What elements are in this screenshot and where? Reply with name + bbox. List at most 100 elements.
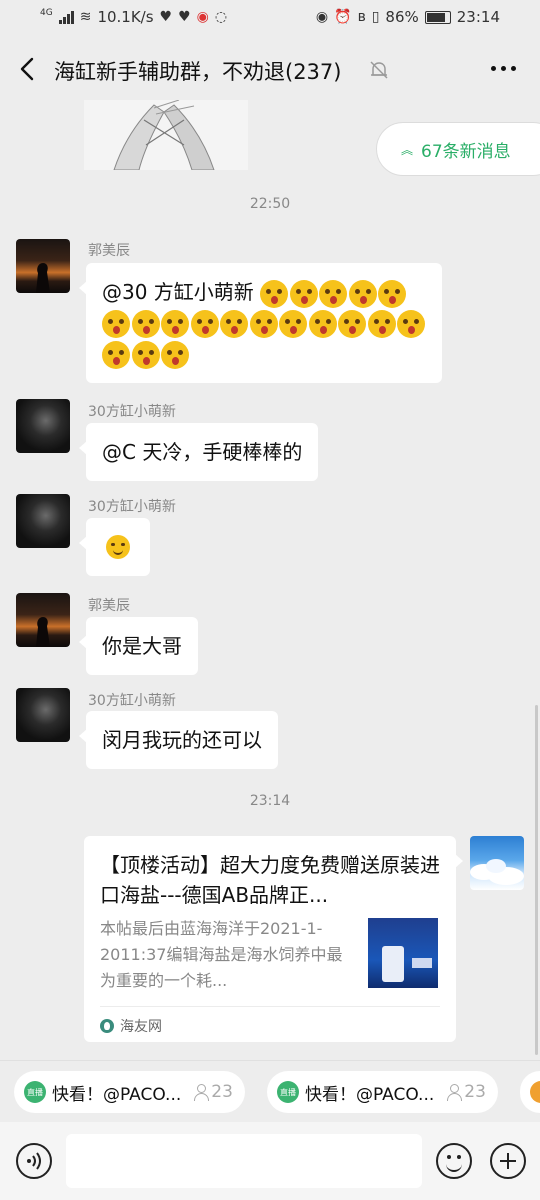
live-chip[interactable]: 直播 快看！@PACO... 23	[267, 1071, 498, 1113]
silly-face-emoji-icon	[131, 340, 160, 369]
chat-header: 海缸新手辅助群，不劝退(237)	[0, 36, 540, 102]
message-bubble[interactable]: @C 天冷，手硬棒棒的	[78, 423, 319, 481]
salt-bucket-image	[382, 946, 404, 982]
clock: 23:14	[456, 8, 500, 26]
avatar[interactable]	[16, 239, 70, 293]
cloud-sky-image	[470, 859, 524, 885]
viewer-count-value: 23	[211, 1082, 233, 1102]
viewer-count-value: 23	[464, 1082, 486, 1102]
silly-face-emoji-icon	[308, 310, 337, 338]
network-speed: 10.1K/s	[97, 8, 154, 26]
silly-face-emoji-icon	[161, 310, 189, 338]
person-icon	[446, 1083, 463, 1101]
loading-icon: ◌	[214, 9, 228, 25]
silly-face-emoji-icon	[319, 279, 348, 308]
silly-face-emoji-icon	[397, 310, 425, 338]
battery-percent: 86%	[385, 8, 419, 26]
self-avatar[interactable]	[470, 836, 524, 890]
vibrate-icon: ▯	[371, 9, 380, 25]
message-text: 闵月我玩的还可以	[102, 728, 262, 752]
live-chip-partial[interactable]	[520, 1071, 540, 1113]
silly-face-emoji-icon	[260, 279, 289, 308]
double-up-arrow-icon: ︽	[401, 142, 414, 157]
avatar[interactable]	[16, 593, 70, 647]
chip-label: 快看！@PACO...	[305, 1084, 435, 1105]
person-icon	[193, 1083, 210, 1101]
alarm-icon: ⏰	[334, 9, 352, 25]
status-bar: 4G ≋ 10.1K/s ♥ ♥ ◉ ◌ ◉ ⏰ ʙ ▯ 86% 23:14	[0, 0, 540, 36]
message-text: @30 方缸小萌新	[102, 280, 254, 304]
timestamp: 23:14	[249, 793, 291, 809]
live-chip[interactable]: 直播 快看！@PACO... 23	[14, 1071, 245, 1113]
new-messages-button[interactable]: ︽ 67条新消息	[376, 122, 540, 176]
voice-input-button[interactable]	[16, 1143, 52, 1179]
avatar[interactable]	[16, 688, 70, 742]
sender-name: 30方缸小萌新	[88, 499, 176, 515]
link-card-message[interactable]: 【顶楼活动】超大力度免费赠送原装进口海盐---德国AB品牌正... 本帖最后由蓝…	[84, 836, 463, 1042]
silly-face-emoji-icon	[220, 310, 248, 338]
input-bar	[0, 1122, 540, 1200]
more-functions-button[interactable]	[490, 1143, 526, 1179]
link-card-title: 【顶楼活动】超大力度免费赠送原装进口海盐---德国AB品牌正...	[100, 853, 440, 907]
chip-label: 快看！@PACO...	[52, 1084, 182, 1105]
hands-sketch-image	[84, 100, 248, 170]
battery-icon	[424, 10, 451, 24]
more-dot-icon	[491, 66, 496, 71]
avatar[interactable]	[16, 399, 70, 453]
sender-name: 郭美辰	[88, 243, 130, 259]
viewer-count: 23	[193, 1082, 233, 1102]
message-input[interactable]	[66, 1134, 422, 1188]
silhouette-icon	[36, 263, 50, 293]
silly-face-emoji-icon	[190, 310, 219, 338]
silly-face-emoji-icon	[161, 340, 189, 369]
quick-bar: 直播 快看！@PACO... 23 直播 快看！@PACO... 23	[0, 1060, 540, 1122]
silly-face-emoji-icon	[102, 310, 130, 338]
emoji-message-bubble[interactable]	[79, 518, 150, 576]
message-bubble[interactable]: 你是大哥	[79, 617, 198, 675]
silly-face-emoji-icon	[102, 340, 130, 369]
avatar[interactable]	[16, 494, 70, 548]
message-text: @C 天冷，手硬棒棒的	[102, 440, 303, 464]
sender-name: 郭美辰	[88, 598, 130, 614]
chat-scrollbar[interactable]	[535, 705, 538, 1055]
message-bubble[interactable]: @30 方缸小萌新	[79, 263, 442, 383]
chat-title: 海缸新手辅助群，不劝退(237)	[54, 60, 342, 84]
silly-face-emoji-icon	[279, 310, 307, 338]
live-icon	[530, 1081, 540, 1103]
divider	[100, 1006, 440, 1007]
silly-face-emoji-icon	[249, 310, 278, 338]
heart-rate-icon: ♥	[159, 9, 173, 25]
silly-face-emoji-icon	[348, 279, 377, 308]
link-card-source: 海友网	[100, 1016, 162, 1036]
signal-icon	[58, 10, 74, 24]
more-dot-icon	[501, 66, 506, 71]
timestamp: 22:50	[249, 196, 291, 212]
image-message[interactable]	[84, 100, 248, 170]
live-icon: 直播	[24, 1081, 46, 1103]
smile-emoji-icon	[106, 535, 130, 559]
network-label: 4G	[40, 8, 53, 18]
silhouette-icon	[36, 617, 50, 647]
emoji-button[interactable]	[436, 1143, 472, 1179]
link-card-description: 本帖最后由蓝海海洋于2021-1-2011:37编辑海盐是海水饲养中最为重要的一…	[100, 919, 343, 990]
chat-messages[interactable]: ︽ 67条新消息 22:50 郭美辰 @30 方缸小萌新 30方缸小萌新 @C …	[0, 100, 540, 1060]
silly-face-emoji-icon	[367, 310, 396, 338]
viewer-count: 23	[446, 1082, 486, 1102]
back-arrow-icon[interactable]	[14, 54, 44, 84]
bluetooth-icon: ʙ	[357, 9, 366, 25]
live-icon: 直播	[277, 1081, 299, 1103]
message-text: 你是大哥	[102, 634, 182, 658]
eye-icon: ◉	[315, 9, 329, 25]
sender-name: 30方缸小萌新	[88, 404, 176, 420]
link-card-thumbnail	[368, 918, 438, 988]
voice-wave-icon	[27, 1152, 41, 1170]
silly-face-emoji-icon	[378, 279, 407, 308]
source-name: 海友网	[120, 1019, 162, 1035]
silly-face-emoji-icon	[131, 310, 160, 338]
new-messages-label: 67条新消息	[421, 141, 511, 162]
more-options-button[interactable]	[491, 66, 516, 71]
message-bubble[interactable]: 闵月我玩的还可以	[79, 711, 278, 769]
thumbnail-label-shape	[412, 958, 432, 968]
wifi-icon: ≋	[79, 9, 92, 25]
notification-icon: ◉	[196, 9, 209, 25]
